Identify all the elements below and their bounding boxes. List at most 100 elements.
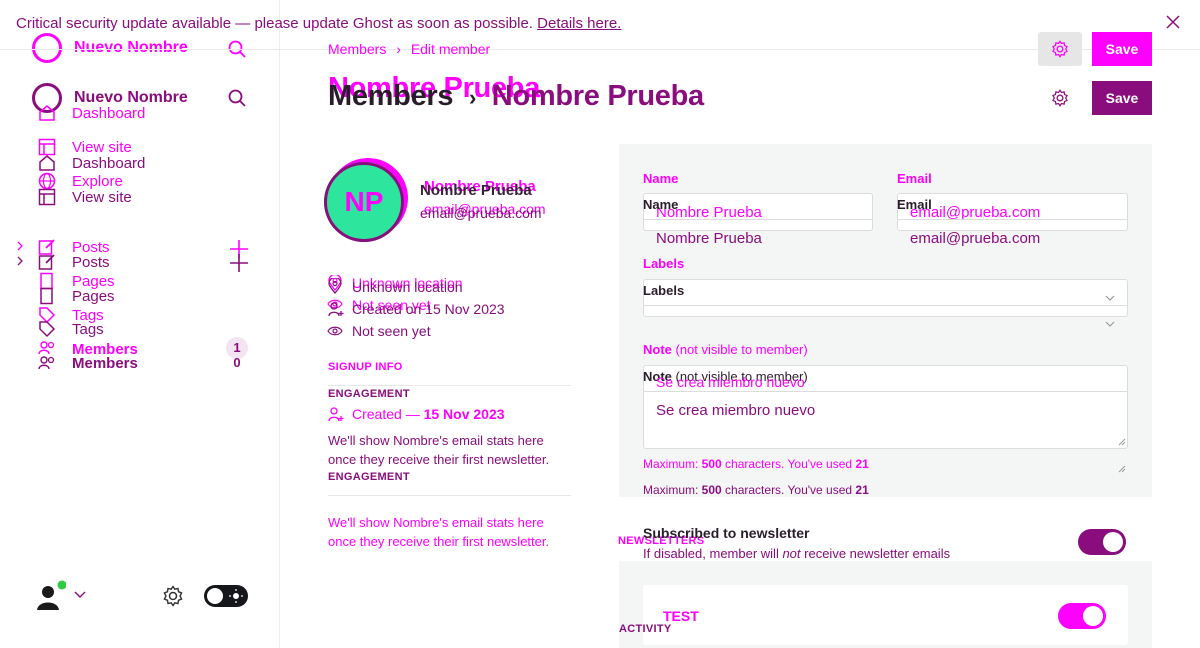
sidebar-item-tags[interactable]: Tags bbox=[72, 321, 104, 338]
avatar[interactable] bbox=[32, 580, 66, 614]
members-count: 1 bbox=[233, 340, 241, 355]
section-engagement: ENGAGEMENT bbox=[328, 388, 410, 400]
gear-icon[interactable] bbox=[162, 585, 184, 607]
activity-created-date: 15 Nov 2023 bbox=[423, 406, 505, 422]
labels-select[interactable] bbox=[643, 279, 1128, 317]
newsletter-toggle[interactable] bbox=[1058, 603, 1106, 629]
sidebar-item-posts[interactable]: Posts bbox=[72, 254, 110, 271]
section-signup-info: SIGNUP INFO bbox=[328, 361, 403, 373]
field-border bbox=[643, 219, 873, 220]
sidebar-item-pages[interactable]: Pages bbox=[72, 288, 115, 305]
member-email: email@prueba.com bbox=[420, 205, 542, 221]
search-icon[interactable] bbox=[228, 89, 246, 107]
breadcrumb-parent[interactable]: Members bbox=[328, 41, 386, 57]
chevron-right-icon[interactable] bbox=[16, 256, 24, 266]
char-count-max: 500 bbox=[701, 483, 722, 497]
sidebar-item-dashboard[interactable]: Dashboard bbox=[72, 155, 145, 172]
breadcrumb-separator: › bbox=[396, 41, 401, 57]
sidebar-item-view-site[interactable]: View site bbox=[72, 189, 132, 206]
engagement-text: We'll show Nombre's email stats here onc… bbox=[328, 433, 550, 467]
save-button[interactable]: Save bbox=[1092, 32, 1152, 66]
tag-icon bbox=[38, 320, 56, 338]
members-count: 0 bbox=[233, 355, 241, 370]
member-name: Nombre Prueba bbox=[420, 182, 532, 199]
title-current: Nombre Prueba bbox=[491, 80, 704, 112]
sidebar-item-dashboard[interactable]: Dashboard bbox=[72, 105, 145, 122]
banner-message: Critical security update available — ple… bbox=[16, 15, 533, 32]
char-count-prefix: Maximum: bbox=[643, 457, 702, 471]
divider bbox=[328, 385, 571, 386]
engagement-text: We'll show Nombre's email stats here onc… bbox=[328, 515, 550, 549]
toggle-knob bbox=[1103, 532, 1123, 552]
hint-part-a: If disabled, member will bbox=[643, 546, 783, 561]
char-count-used: 21 bbox=[855, 483, 869, 497]
note-value[interactable]: Se crea miembro nuevo bbox=[656, 374, 805, 390]
pages-icon bbox=[38, 287, 56, 305]
sidebar-item-explore[interactable]: Explore bbox=[72, 173, 123, 190]
subscribed-hint: If disabled, member will not receive new… bbox=[643, 546, 950, 561]
home-icon bbox=[38, 104, 56, 122]
security-banner: Critical security update available — ple… bbox=[0, 0, 1200, 50]
labels-label: Labels bbox=[643, 256, 685, 271]
home-icon bbox=[38, 154, 56, 172]
note-label: Note (not visible to member) bbox=[643, 342, 808, 357]
email-label: Email bbox=[897, 197, 932, 212]
note-value[interactable]: Se crea miembro nuevo bbox=[656, 402, 815, 419]
resize-handle-icon[interactable] bbox=[1118, 465, 1126, 473]
section-engagement: ENGAGEMENT bbox=[328, 471, 410, 483]
field-border bbox=[643, 305, 1128, 306]
theme-toggle[interactable] bbox=[204, 585, 248, 607]
name-label: Name bbox=[643, 197, 679, 212]
name-label: Name bbox=[643, 171, 679, 186]
banner-details-link[interactable]: Details here. bbox=[537, 15, 621, 32]
email-label: Email bbox=[897, 171, 932, 186]
subscribed-toggle[interactable] bbox=[1078, 529, 1126, 555]
name-field-value[interactable]: Nombre Prueba bbox=[656, 230, 762, 247]
member-last-seen: Not seen yet bbox=[352, 323, 431, 339]
member-created: Created on 15 Nov 2023 bbox=[352, 301, 505, 317]
breadcrumb: Members › Edit member bbox=[328, 41, 490, 57]
sidebar-item-view-site[interactable]: View site bbox=[72, 139, 132, 156]
title-separator: › bbox=[469, 85, 477, 110]
member-location: Unknown location bbox=[352, 279, 463, 295]
hint-part-b: receive newsletter emails bbox=[800, 546, 951, 561]
newsletter-row bbox=[643, 585, 1128, 645]
toggle-knob bbox=[1083, 606, 1103, 626]
activity-created: Created — 15 Nov 2023 bbox=[352, 406, 505, 422]
chevron-down-icon[interactable] bbox=[74, 591, 86, 599]
divider bbox=[328, 495, 571, 496]
page-title: Members › Nombre Prueba bbox=[328, 80, 704, 113]
section-activity: ACTIVITY bbox=[619, 623, 672, 635]
note-char-count: Maximum: 500 characters. You've used 21 bbox=[643, 483, 869, 497]
user-add-icon bbox=[328, 406, 344, 422]
location-icon bbox=[328, 278, 342, 294]
view-site-icon bbox=[38, 188, 56, 206]
chevron-down-icon[interactable] bbox=[1105, 295, 1115, 301]
title-parent[interactable]: Members bbox=[328, 80, 454, 112]
field-border bbox=[643, 391, 1128, 392]
note-label-text: Note bbox=[643, 342, 672, 357]
chevron-right-icon[interactable] bbox=[16, 241, 24, 251]
resize-handle-icon[interactable] bbox=[1118, 438, 1126, 446]
save-button[interactable]: Save bbox=[1092, 81, 1152, 115]
chevron-down-icon[interactable] bbox=[1105, 321, 1115, 327]
gear-icon[interactable] bbox=[1051, 89, 1069, 107]
email-field-value[interactable]: email@prueba.com bbox=[910, 230, 1040, 247]
breadcrumb-current: Edit member bbox=[410, 41, 491, 57]
member-settings-button[interactable] bbox=[1038, 32, 1082, 66]
close-icon[interactable] bbox=[1166, 15, 1184, 33]
gear-icon bbox=[1051, 40, 1069, 58]
char-count-max: 500 bbox=[701, 457, 722, 471]
note-char-count: Maximum: 500 characters. You've used 21 bbox=[643, 457, 869, 471]
sidebar: Nuevo Nombre Nuevo Nombre Dashboard View… bbox=[0, 0, 280, 648]
add-post-icon[interactable] bbox=[229, 253, 249, 273]
char-count-prefix: Maximum: bbox=[643, 483, 702, 497]
member-avatar-outline bbox=[324, 162, 404, 242]
hint-emphasis: not bbox=[782, 546, 801, 561]
sidebar-item-members[interactable]: Members bbox=[72, 355, 138, 372]
activity-created-label: Created — bbox=[352, 406, 424, 422]
members-icon bbox=[38, 356, 56, 374]
labels-label: Labels bbox=[643, 283, 685, 298]
eye-icon bbox=[327, 325, 343, 337]
pencil-icon bbox=[38, 253, 56, 271]
